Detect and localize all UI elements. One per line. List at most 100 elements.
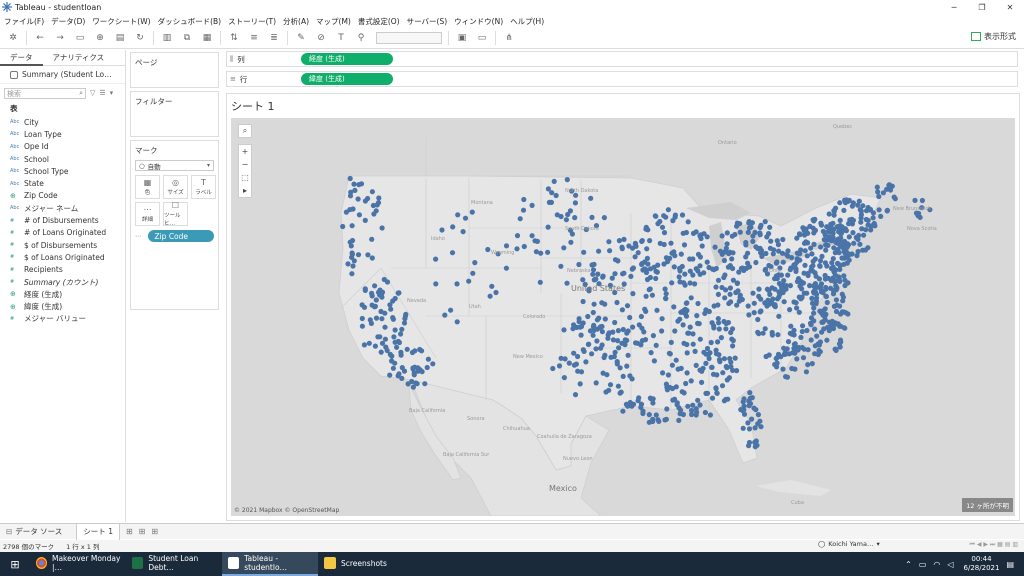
zip-point[interactable] bbox=[487, 293, 493, 299]
zip-point[interactable] bbox=[766, 231, 772, 237]
zip-point[interactable] bbox=[713, 347, 719, 353]
zip-point[interactable] bbox=[794, 235, 800, 241]
zip-point[interactable] bbox=[645, 227, 651, 233]
zip-point[interactable] bbox=[609, 275, 615, 281]
zip-point[interactable] bbox=[638, 313, 644, 320]
zip-point[interactable] bbox=[773, 355, 779, 362]
zip-point[interactable] bbox=[816, 276, 823, 282]
zip-point[interactable] bbox=[863, 227, 869, 233]
zip-point[interactable] bbox=[347, 175, 353, 182]
new-dashboard-icon[interactable]: ⊞ bbox=[139, 527, 146, 536]
zip-point[interactable] bbox=[424, 364, 430, 371]
zip-point[interactable] bbox=[600, 370, 606, 376]
zip-point[interactable] bbox=[818, 222, 825, 228]
zip-point[interactable] bbox=[785, 339, 792, 345]
zip-point[interactable] bbox=[841, 273, 847, 279]
zip-point[interactable] bbox=[723, 363, 729, 370]
zip-point[interactable] bbox=[554, 212, 560, 218]
zip-point[interactable] bbox=[654, 307, 660, 313]
zip-point[interactable] bbox=[493, 289, 499, 296]
zip-point[interactable] bbox=[373, 315, 380, 321]
zip-point[interactable] bbox=[781, 299, 787, 305]
zip-point[interactable] bbox=[355, 252, 362, 258]
zip-point[interactable] bbox=[632, 254, 638, 260]
latitude-pill[interactable]: 緯度 (生成) bbox=[301, 73, 393, 85]
zip-point[interactable] bbox=[919, 197, 926, 204]
zip-point[interactable] bbox=[433, 256, 439, 262]
zip-point[interactable] bbox=[608, 354, 614, 360]
zip-point[interactable] bbox=[833, 321, 839, 327]
zip-point[interactable] bbox=[642, 259, 648, 265]
zip-point[interactable] bbox=[681, 242, 688, 248]
zip-point[interactable] bbox=[340, 223, 346, 230]
zip-point[interactable] bbox=[846, 234, 852, 240]
zip-point[interactable] bbox=[591, 301, 597, 307]
zip-point[interactable] bbox=[576, 261, 582, 268]
zip-point[interactable] bbox=[655, 417, 661, 423]
zip-point[interactable] bbox=[624, 330, 630, 336]
zip-point[interactable] bbox=[792, 350, 798, 356]
zip-point[interactable] bbox=[355, 196, 361, 202]
zip-point[interactable] bbox=[389, 353, 395, 359]
zip-point[interactable] bbox=[369, 255, 375, 261]
zip-point[interactable] bbox=[564, 177, 570, 183]
zip-point[interactable] bbox=[361, 342, 367, 348]
zip-point[interactable] bbox=[646, 412, 652, 418]
zip-point[interactable] bbox=[550, 365, 556, 372]
zip-point[interactable] bbox=[803, 239, 809, 245]
zip-point[interactable] bbox=[880, 190, 887, 196]
zip-point[interactable] bbox=[350, 263, 356, 269]
zip-point[interactable] bbox=[682, 271, 688, 277]
zip-point[interactable] bbox=[800, 323, 806, 329]
zip-point[interactable] bbox=[773, 273, 780, 279]
zip-point[interactable] bbox=[787, 307, 793, 313]
zip-point[interactable] bbox=[838, 311, 844, 317]
zip-point[interactable] bbox=[369, 293, 375, 299]
menu-item[interactable]: ストーリー(T) bbox=[228, 16, 276, 27]
zip-point[interactable] bbox=[614, 299, 620, 306]
zip-point[interactable] bbox=[392, 295, 398, 302]
zip-point[interactable] bbox=[831, 245, 837, 251]
zip-point[interactable] bbox=[369, 236, 375, 242]
zip-point[interactable] bbox=[636, 395, 642, 401]
zip-point[interactable] bbox=[589, 262, 595, 268]
zip-point[interactable] bbox=[545, 249, 551, 255]
close-button[interactable]: ✕ bbox=[996, 0, 1024, 14]
zip-point[interactable] bbox=[767, 224, 773, 230]
zip-point[interactable] bbox=[545, 224, 551, 230]
zip-point[interactable] bbox=[392, 339, 398, 345]
new-sheet-icon[interactable]: ▥ bbox=[160, 31, 174, 45]
zip-point[interactable] bbox=[521, 196, 527, 203]
group-icon[interactable]: ⊘ bbox=[314, 31, 328, 45]
zip-point[interactable] bbox=[679, 263, 685, 270]
zip-point[interactable] bbox=[750, 290, 756, 296]
zip-point[interactable] bbox=[620, 271, 626, 277]
zip-point[interactable] bbox=[745, 420, 751, 426]
zip-point[interactable] bbox=[677, 279, 683, 285]
zip-point[interactable] bbox=[776, 248, 782, 254]
zip-point[interactable] bbox=[572, 392, 579, 398]
zip-point[interactable] bbox=[627, 373, 633, 379]
zip-point[interactable] bbox=[807, 320, 814, 326]
zip-point[interactable] bbox=[616, 238, 622, 244]
zip-point[interactable] bbox=[503, 265, 509, 271]
zip-point[interactable] bbox=[812, 289, 819, 295]
fit-dropdown[interactable] bbox=[376, 32, 442, 44]
undo-icon[interactable]: ← bbox=[33, 31, 47, 45]
zip-point[interactable] bbox=[724, 230, 730, 236]
zip-point[interactable] bbox=[717, 359, 723, 365]
field-item[interactable]: # Summary (カウント) bbox=[0, 276, 125, 288]
zip-point[interactable] bbox=[590, 309, 596, 316]
zip-point[interactable] bbox=[802, 248, 808, 254]
zip-point[interactable] bbox=[514, 246, 520, 252]
swap-icon[interactable]: ⇅ bbox=[227, 31, 241, 45]
zip-point[interactable] bbox=[376, 195, 382, 201]
zip-point[interactable] bbox=[580, 347, 586, 353]
zip-point[interactable] bbox=[875, 189, 881, 195]
zip-point[interactable] bbox=[828, 285, 834, 291]
zip-point[interactable] bbox=[351, 181, 357, 187]
zip-point[interactable] bbox=[602, 316, 608, 322]
zip-point[interactable] bbox=[799, 279, 805, 285]
zip-point[interactable] bbox=[832, 272, 839, 278]
zip-point[interactable] bbox=[858, 215, 864, 221]
